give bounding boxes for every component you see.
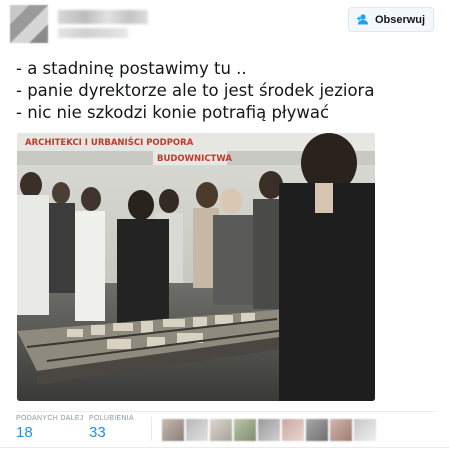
- liker-avatar[interactable]: [282, 419, 304, 441]
- liker-avatar[interactable]: [330, 419, 352, 441]
- tweet-photo[interactable]: ARCHITEKCI I URBANIŚCI PODPORA BUDOWNICT…: [17, 133, 375, 401]
- liker-avatar[interactable]: [186, 419, 208, 441]
- like-count[interactable]: POLUBIENIA 33: [89, 415, 134, 441]
- retweet-count[interactable]: PODANYCH DALEJ 18: [16, 415, 84, 441]
- bottom-divider: [0, 447, 449, 448]
- liker-avatar[interactable]: [234, 419, 256, 441]
- banner-text-line-1: ARCHITEKCI I URBANIŚCI PODPORA: [25, 136, 194, 148]
- tweet-line: - nic nie szkodzi konie potrafią pływać: [16, 103, 330, 122]
- author-name-redacted[interactable]: [58, 10, 148, 24]
- tweet-header: Obserwuj: [0, 0, 449, 52]
- follow-button[interactable]: Obserwuj: [348, 7, 434, 32]
- author-handle-redacted[interactable]: [58, 28, 128, 38]
- liker-avatar[interactable]: [210, 419, 232, 441]
- retweets-label: PODANYCH DALEJ: [16, 415, 84, 422]
- tweet-line: - a stadninę postawimy tu ..: [16, 59, 247, 78]
- tweet-text: - a stadninę postawimy tu .. - panie dyr…: [16, 58, 436, 124]
- avatar[interactable]: [10, 5, 48, 43]
- retweets-value: 18: [16, 424, 33, 441]
- banner-text-line-2: BUDOWNICTWA: [157, 154, 232, 164]
- likes-label: POLUBIENIA: [89, 415, 135, 422]
- likes-value: 33: [89, 424, 106, 441]
- liker-avatar[interactable]: [306, 419, 328, 441]
- add-user-icon: [356, 14, 371, 25]
- likers-avatars: [162, 419, 376, 441]
- liker-avatar[interactable]: [162, 419, 184, 441]
- follow-button-label: Obserwuj: [374, 13, 426, 26]
- stats-divider: [151, 417, 152, 441]
- tweet-stats: PODANYCH DALEJ 18 POLUBIENIA 33: [16, 411, 436, 445]
- liker-avatar[interactable]: [258, 419, 280, 441]
- liker-avatar[interactable]: [354, 419, 376, 441]
- tweet-line: - panie dyrektorze ale to jest środek je…: [16, 81, 375, 100]
